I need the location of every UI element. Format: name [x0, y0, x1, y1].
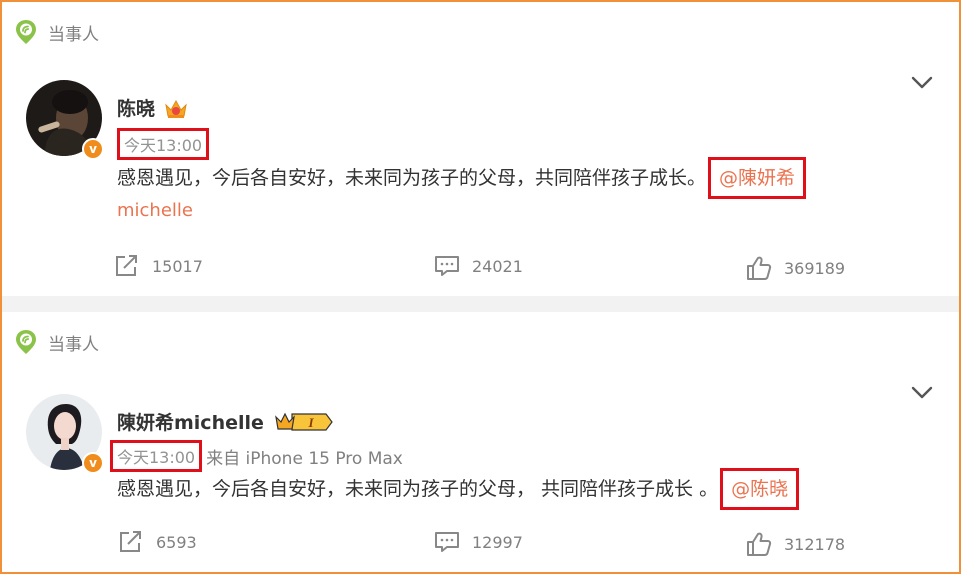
- comment-icon: [435, 532, 459, 552]
- author-name[interactable]: 陈晓: [117, 94, 155, 121]
- thumbs-up-icon: [747, 256, 772, 280]
- post-content: 感恩遇见，今后各自安好，未来同为孩子的父母，共同陪伴孩子成长。 @陳妍希: [117, 157, 807, 199]
- like-count: 369189: [784, 258, 846, 278]
- weibo-post: 当事人 v 陳妍希michelle I 今天13:00 来自 iPhone 15…: [2, 312, 959, 570]
- tag-label: 当事人: [48, 334, 99, 355]
- chevron-down-icon[interactable]: [911, 386, 933, 400]
- crown-icon: [165, 99, 187, 118]
- verified-badge: v: [82, 138, 104, 160]
- share-count: 15017: [152, 256, 203, 276]
- location-pin-icon: [16, 330, 36, 354]
- vip-badge-icon: I: [275, 412, 333, 431]
- content-text: 感恩遇见，今后各自安好，未来同为孩子的父母，共同陪伴孩子成长。: [117, 167, 707, 189]
- post-tag: 当事人: [14, 18, 99, 46]
- mention-link[interactable]: @陈晓: [731, 478, 788, 500]
- post-divider: [2, 296, 959, 312]
- comment-icon: [435, 256, 459, 276]
- author-name[interactable]: 陳妍希michelle: [117, 408, 264, 435]
- share-icon: [120, 531, 141, 552]
- timestamp[interactable]: 今天13:00: [117, 128, 210, 160]
- content-text: 感恩遇见，今后各自安好，未来同为孩子的父母， 共同陪伴孩子成长 。: [117, 478, 719, 500]
- author-row: 陈晓: [117, 94, 189, 121]
- mention-highlight: @陳妍希: [708, 157, 807, 199]
- share-button[interactable]: 15017: [114, 254, 203, 278]
- post-source: 来自 iPhone 15 Pro Max: [206, 448, 403, 469]
- tag-label: 当事人: [48, 24, 99, 45]
- action-bar: 15017 24021 369189: [114, 251, 959, 281]
- mention-link-continued[interactable]: michelle: [117, 200, 193, 221]
- share-button[interactable]: 6593: [118, 530, 197, 554]
- vip-level: I: [307, 415, 314, 430]
- comment-button[interactable]: 24021: [434, 254, 523, 278]
- action-bar: 6593 12997 312178: [114, 527, 959, 557]
- comment-count: 24021: [472, 256, 523, 276]
- author-row: 陳妍希michelle I: [117, 408, 334, 435]
- mention-link[interactable]: @陳妍希: [719, 167, 795, 189]
- location-pin-icon: [16, 20, 36, 44]
- post-meta: 今天13:00: [117, 128, 210, 160]
- comment-button[interactable]: 12997: [434, 530, 523, 554]
- post-content: 感恩遇见，今后各自安好，未来同为孩子的父母， 共同陪伴孩子成长 。 @陈晓: [117, 468, 800, 510]
- post-tag: 当事人: [14, 328, 99, 356]
- mention-highlight: @陈晓: [720, 468, 800, 510]
- share-count: 6593: [156, 532, 197, 552]
- thumbs-up-icon: [747, 532, 772, 556]
- like-button[interactable]: 369189: [746, 255, 845, 281]
- weibo-post: 当事人 v 陈晓 今天13:00 感恩遇见，今后各自安好，未来同为孩子的父母，共…: [2, 2, 959, 296]
- like-count: 312178: [784, 534, 846, 554]
- comment-count: 12997: [472, 532, 523, 552]
- share-icon: [116, 255, 137, 276]
- chevron-down-icon[interactable]: [911, 76, 933, 90]
- verified-badge: v: [82, 452, 104, 474]
- like-button[interactable]: 312178: [746, 531, 845, 557]
